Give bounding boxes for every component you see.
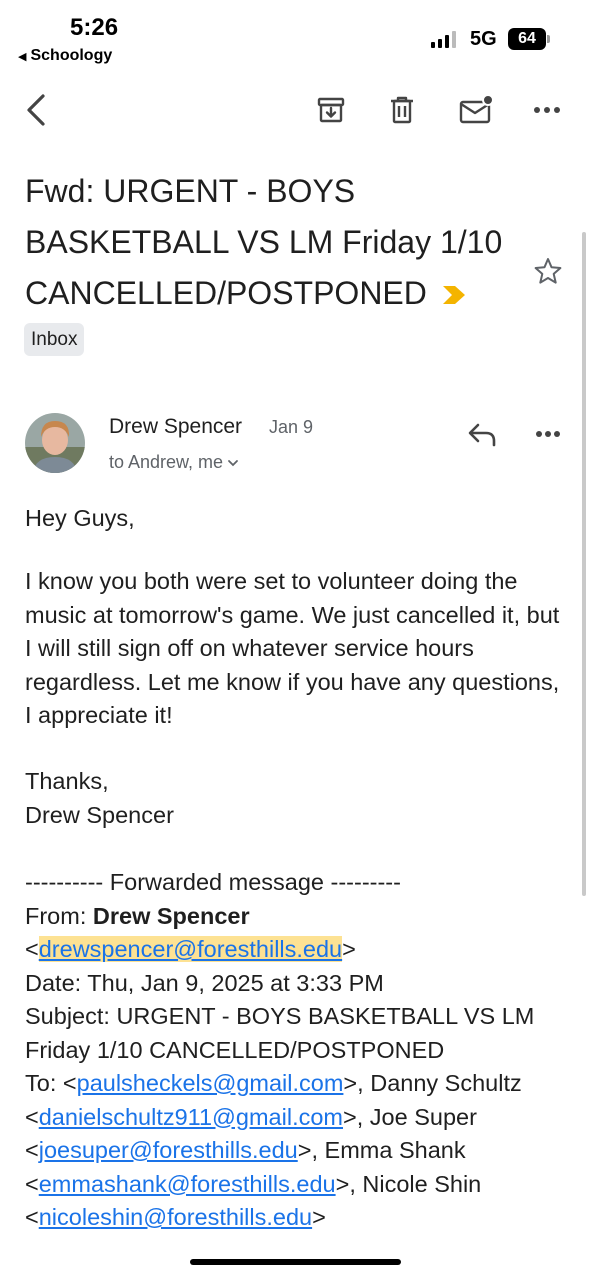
- back-arrow-icon[interactable]: [16, 90, 56, 130]
- recipients-text: to Andrew, me: [109, 452, 224, 472]
- trash-icon[interactable]: [382, 90, 422, 130]
- inbox-label-chip[interactable]: Inbox: [24, 323, 85, 356]
- mark-unread-icon[interactable]: [456, 90, 496, 130]
- thanks-line: Thanks,: [25, 768, 109, 794]
- archive-icon[interactable]: [311, 90, 351, 130]
- chevron-down-icon: [227, 452, 239, 473]
- status-bar: 5:26 ◀ Schoology 5G 64: [0, 0, 591, 70]
- home-indicator[interactable]: [190, 1259, 401, 1265]
- to-email-link-2[interactable]: danielschultz911@gmail.com: [39, 1104, 343, 1130]
- email-date: Jan 9: [269, 417, 314, 437]
- important-marker-icon[interactable]: [441, 270, 467, 321]
- sender-avatar[interactable]: [25, 413, 85, 473]
- from-email-link[interactable]: drewspencer@foresthills.edu: [38, 936, 343, 962]
- status-time: 5:26: [70, 14, 119, 41]
- message-more-icon[interactable]: [528, 416, 568, 452]
- to-name-2: Danny Schultz: [370, 1070, 522, 1096]
- forwarded-message: ---------- Forwarded message --------- F…: [25, 866, 570, 1235]
- cellular-signal-icon: [431, 30, 456, 48]
- more-options-icon[interactable]: [527, 90, 567, 130]
- to-email-link-1[interactable]: paulsheckels@gmail.com: [77, 1070, 344, 1096]
- to-name-3: Joe Super: [369, 1103, 477, 1130]
- email-greeting: Hey Guys,: [25, 505, 135, 531]
- scrollbar[interactable]: [582, 232, 586, 896]
- star-icon[interactable]: [533, 256, 563, 291]
- email-subject: Fwd: URGENT - BOYS BASKETBALL VS LM Frid…: [25, 166, 525, 321]
- battery-tip: [547, 35, 550, 43]
- to-email-link-4[interactable]: emmashank@foresthills.edu: [39, 1171, 336, 1197]
- signature-line: Drew Spencer: [25, 801, 174, 828]
- forwarded-date: Date: Thu, Jan 9, 2025 at 3:33 PM: [25, 969, 384, 996]
- email-paragraph: I know you both were set to volunteer do…: [25, 568, 560, 728]
- from-label: From:: [25, 902, 93, 929]
- to-name-4: Emma Shank: [324, 1137, 466, 1163]
- battery-icon: 64: [508, 28, 546, 50]
- recipients-toggle[interactable]: to Andrew, me: [109, 452, 239, 473]
- reply-icon[interactable]: [464, 416, 500, 452]
- subject-text: Fwd: URGENT - BOYS BASKETBALL VS LM Frid…: [25, 173, 503, 311]
- to-email-link-5[interactable]: nicoleshin@foresthills.edu: [39, 1204, 312, 1230]
- forwarded-subject: Subject: URGENT - BOYS BASKETBALL VS LM …: [25, 1003, 535, 1063]
- email-toolbar: [0, 90, 591, 140]
- email-signoff: Thanks, Drew Spencer: [25, 765, 570, 832]
- to-label: To:: [25, 1070, 63, 1096]
- back-triangle-icon: ◀: [18, 50, 27, 63]
- sender-name[interactable]: Drew Spencer: [109, 415, 242, 439]
- from-name: Drew Spencer: [92, 902, 250, 929]
- forwarded-from: From: Drew Spencer <drewspencer@foresthil…: [25, 902, 356, 962]
- to-name-5: Nicole Shin: [362, 1170, 482, 1197]
- forwarded-to: To: <paulsheckels@gmail.com>, Danny Schu…: [25, 1070, 522, 1230]
- back-app-label: Schoology: [30, 47, 113, 64]
- back-to-app-link[interactable]: ◀ Schoology: [18, 47, 112, 65]
- network-type: 5G: [470, 28, 497, 50]
- forwarded-divider: ---------- Forwarded message ---------: [25, 869, 401, 895]
- to-email-link-3[interactable]: joesuper@foresthills.edu: [39, 1137, 298, 1163]
